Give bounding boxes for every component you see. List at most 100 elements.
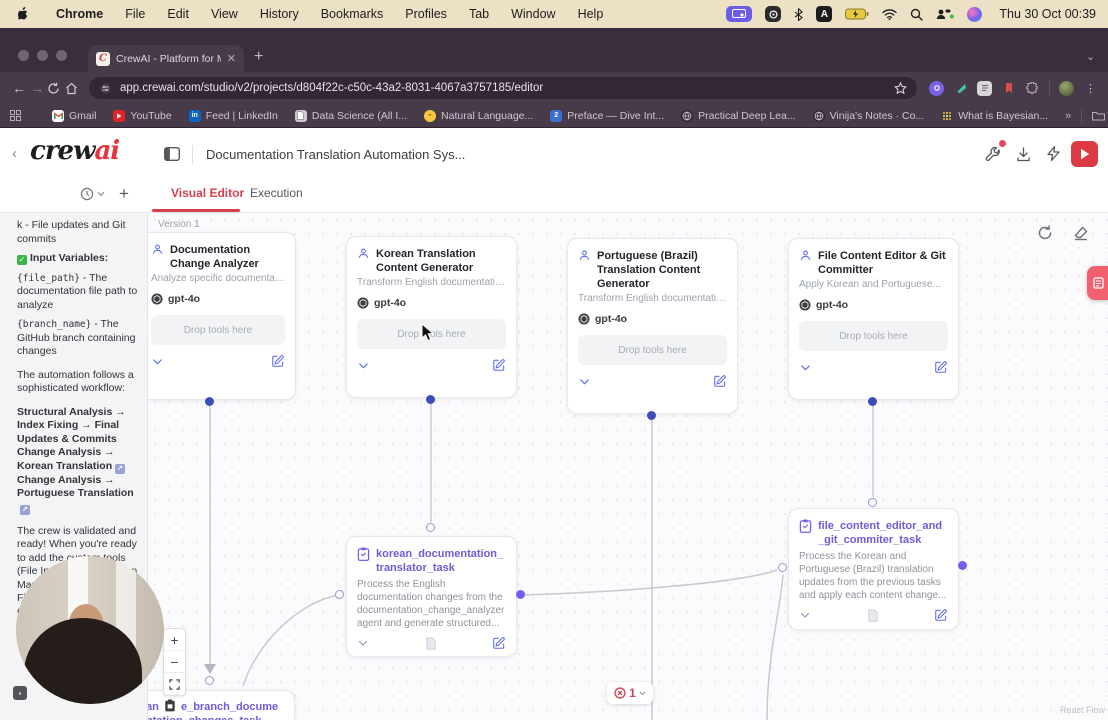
- fast-user-switch-icon[interactable]: [936, 8, 955, 21]
- run-button[interactable]: [1071, 141, 1098, 167]
- back-chevron-icon[interactable]: ‹: [12, 145, 17, 162]
- window-zoom-button[interactable]: [56, 50, 67, 61]
- agent-card-file-editor-committer[interactable]: File Content Editor & Git Committer Appl…: [788, 238, 959, 400]
- zoom-in-button[interactable]: +: [164, 629, 185, 651]
- edit-agent-icon[interactable]: [934, 360, 948, 374]
- battery-icon[interactable]: [845, 8, 869, 20]
- home-icon[interactable]: [65, 82, 83, 95]
- agent-card-portuguese-translator[interactable]: Portuguese (Brazil) Translation Content …: [567, 238, 738, 414]
- expand-chevron-icon[interactable]: [799, 609, 811, 621]
- menu-chrome[interactable]: Chrome: [45, 7, 114, 21]
- extension-icon-2[interactable]: [953, 81, 968, 96]
- edit-task-icon[interactable]: [492, 636, 506, 650]
- handle-target[interactable]: [868, 498, 877, 507]
- handle-target[interactable]: [426, 523, 435, 532]
- reset-view-icon[interactable]: [1037, 225, 1053, 241]
- handle-target[interactable]: [205, 676, 214, 685]
- menu-help[interactable]: Help: [567, 7, 615, 21]
- bookmark-linkedin[interactable]: in Feed | LinkedIn: [188, 109, 278, 122]
- extension-icon-3[interactable]: [977, 80, 992, 96]
- eraser-icon[interactable]: [1073, 225, 1089, 241]
- agent-card-korean-translator[interactable]: Korean Translation Content Generator Tra…: [346, 236, 517, 398]
- edit-agent-icon[interactable]: [271, 354, 285, 368]
- menu-file[interactable]: File: [114, 7, 156, 21]
- sidebar-toggle-icon[interactable]: [164, 147, 180, 161]
- expand-chevron-icon[interactable]: [799, 361, 812, 374]
- bookmarks-overflow-icon[interactable]: »: [1065, 110, 1071, 122]
- menu-profiles[interactable]: Profiles: [394, 7, 458, 21]
- fit-view-button[interactable]: [164, 673, 185, 695]
- bookmark-preface[interactable]: 2 Preface — Dive Int...: [550, 109, 664, 122]
- forward-icon[interactable]: →: [28, 80, 46, 96]
- handle-source[interactable]: [426, 395, 435, 404]
- handle-source-task[interactable]: [516, 590, 525, 599]
- back-icon[interactable]: ←: [10, 80, 28, 96]
- handle-target[interactable]: [335, 590, 344, 599]
- error-count-badge[interactable]: 1: [607, 682, 653, 704]
- apple-logo-icon[interactable]: [18, 6, 31, 22]
- floating-panel-tab[interactable]: [1087, 266, 1108, 300]
- window-close-button[interactable]: [18, 50, 29, 61]
- corner-widget-icon[interactable]: ▪: [13, 686, 27, 700]
- handle-target[interactable]: [778, 563, 787, 572]
- tab-execution[interactable]: Execution: [250, 186, 303, 200]
- expand-chevron-icon[interactable]: [578, 375, 591, 388]
- zoom-out-button[interactable]: −: [164, 651, 185, 673]
- drop-tools-zone[interactable]: Drop tools here: [578, 335, 727, 365]
- apps-grid-icon[interactable]: [10, 110, 21, 121]
- edit-agent-icon[interactable]: [492, 358, 506, 372]
- menu-view[interactable]: View: [200, 7, 249, 21]
- menu-tab[interactable]: Tab: [458, 7, 500, 21]
- extension-icon-4[interactable]: [1001, 81, 1016, 96]
- version-history-control[interactable]: [80, 187, 105, 201]
- menubar-clock[interactable]: Thu 30 Oct 00:39: [999, 7, 1096, 21]
- handle-source[interactable]: [205, 397, 214, 406]
- menu-history[interactable]: History: [249, 7, 310, 21]
- agent-card-doc-change-analyzer[interactable]: Documentation Change Analyzer Analyze sp…: [148, 232, 296, 400]
- siri-icon[interactable]: [967, 6, 983, 22]
- profile-avatar[interactable]: [1059, 80, 1074, 96]
- menu-bookmarks[interactable]: Bookmarks: [310, 7, 395, 21]
- bookmark-natural-language[interactable]: ᵕ Natural Language...: [424, 109, 533, 122]
- bookmark-vinijas-notes[interactable]: Vinija's Notes · Co...: [812, 109, 924, 122]
- extensions-puzzle-icon[interactable]: [1025, 81, 1040, 96]
- extension-icon-1[interactable]: [929, 80, 944, 96]
- edit-task-icon[interactable]: [934, 608, 948, 622]
- handle-source[interactable]: [868, 397, 877, 406]
- crewai-logo[interactable]: crewai: [30, 136, 120, 166]
- expand-chevron-icon[interactable]: [357, 359, 370, 372]
- window-controls[interactable]: [18, 50, 67, 61]
- new-tab-button[interactable]: +: [254, 48, 263, 66]
- bookmark-gmail[interactable]: Gmail: [52, 109, 96, 122]
- download-icon[interactable]: [1015, 146, 1032, 163]
- drop-tools-zone[interactable]: Drop tools here: [799, 321, 948, 351]
- bookmark-star-icon[interactable]: [894, 81, 907, 95]
- camera-status-icon[interactable]: [765, 6, 782, 22]
- screen-mirroring-icon[interactable]: [726, 6, 753, 22]
- wifi-icon[interactable]: [882, 8, 898, 20]
- expand-chevron-icon[interactable]: [357, 637, 369, 649]
- task-card-file-editor-committer-task[interactable]: file_content_editor_and_git_commiter_tas…: [788, 508, 959, 630]
- task-card-korean-translator-task[interactable]: korean_documentation_translator_task Pro…: [346, 536, 517, 657]
- output-file-icon[interactable]: [425, 637, 437, 650]
- bluetooth-icon[interactable]: [794, 7, 804, 21]
- input-source-icon[interactable]: A: [816, 6, 833, 22]
- add-version-button[interactable]: +: [119, 184, 129, 204]
- handle-source-task[interactable]: [958, 561, 967, 570]
- bookmark-data-science[interactable]: Data Science (All I...: [294, 109, 407, 122]
- visual-editor-canvas[interactable]: Version 1 Documentation Change Analyzer …: [148, 213, 1108, 720]
- tab-close-icon[interactable]: ✕: [227, 52, 236, 65]
- bookmark-practical-dl[interactable]: Practical Deep Lea...: [681, 109, 796, 122]
- drop-tools-zone[interactable]: Drop tools here: [151, 315, 285, 345]
- zap-icon[interactable]: [1045, 145, 1062, 162]
- menu-edit[interactable]: Edit: [156, 7, 200, 21]
- reload-icon[interactable]: [47, 82, 65, 95]
- address-bar[interactable]: app.crewai.com/studio/v2/projects/d804f2…: [89, 77, 917, 99]
- expand-chevron-icon[interactable]: [151, 355, 164, 368]
- site-settings-icon[interactable]: [99, 83, 112, 94]
- spotlight-search-icon[interactable]: [910, 8, 924, 21]
- menu-window[interactable]: Window: [500, 7, 566, 21]
- output-file-icon[interactable]: [867, 609, 879, 622]
- bookmark-youtube[interactable]: YouTube: [113, 109, 172, 122]
- window-minimize-button[interactable]: [37, 50, 48, 61]
